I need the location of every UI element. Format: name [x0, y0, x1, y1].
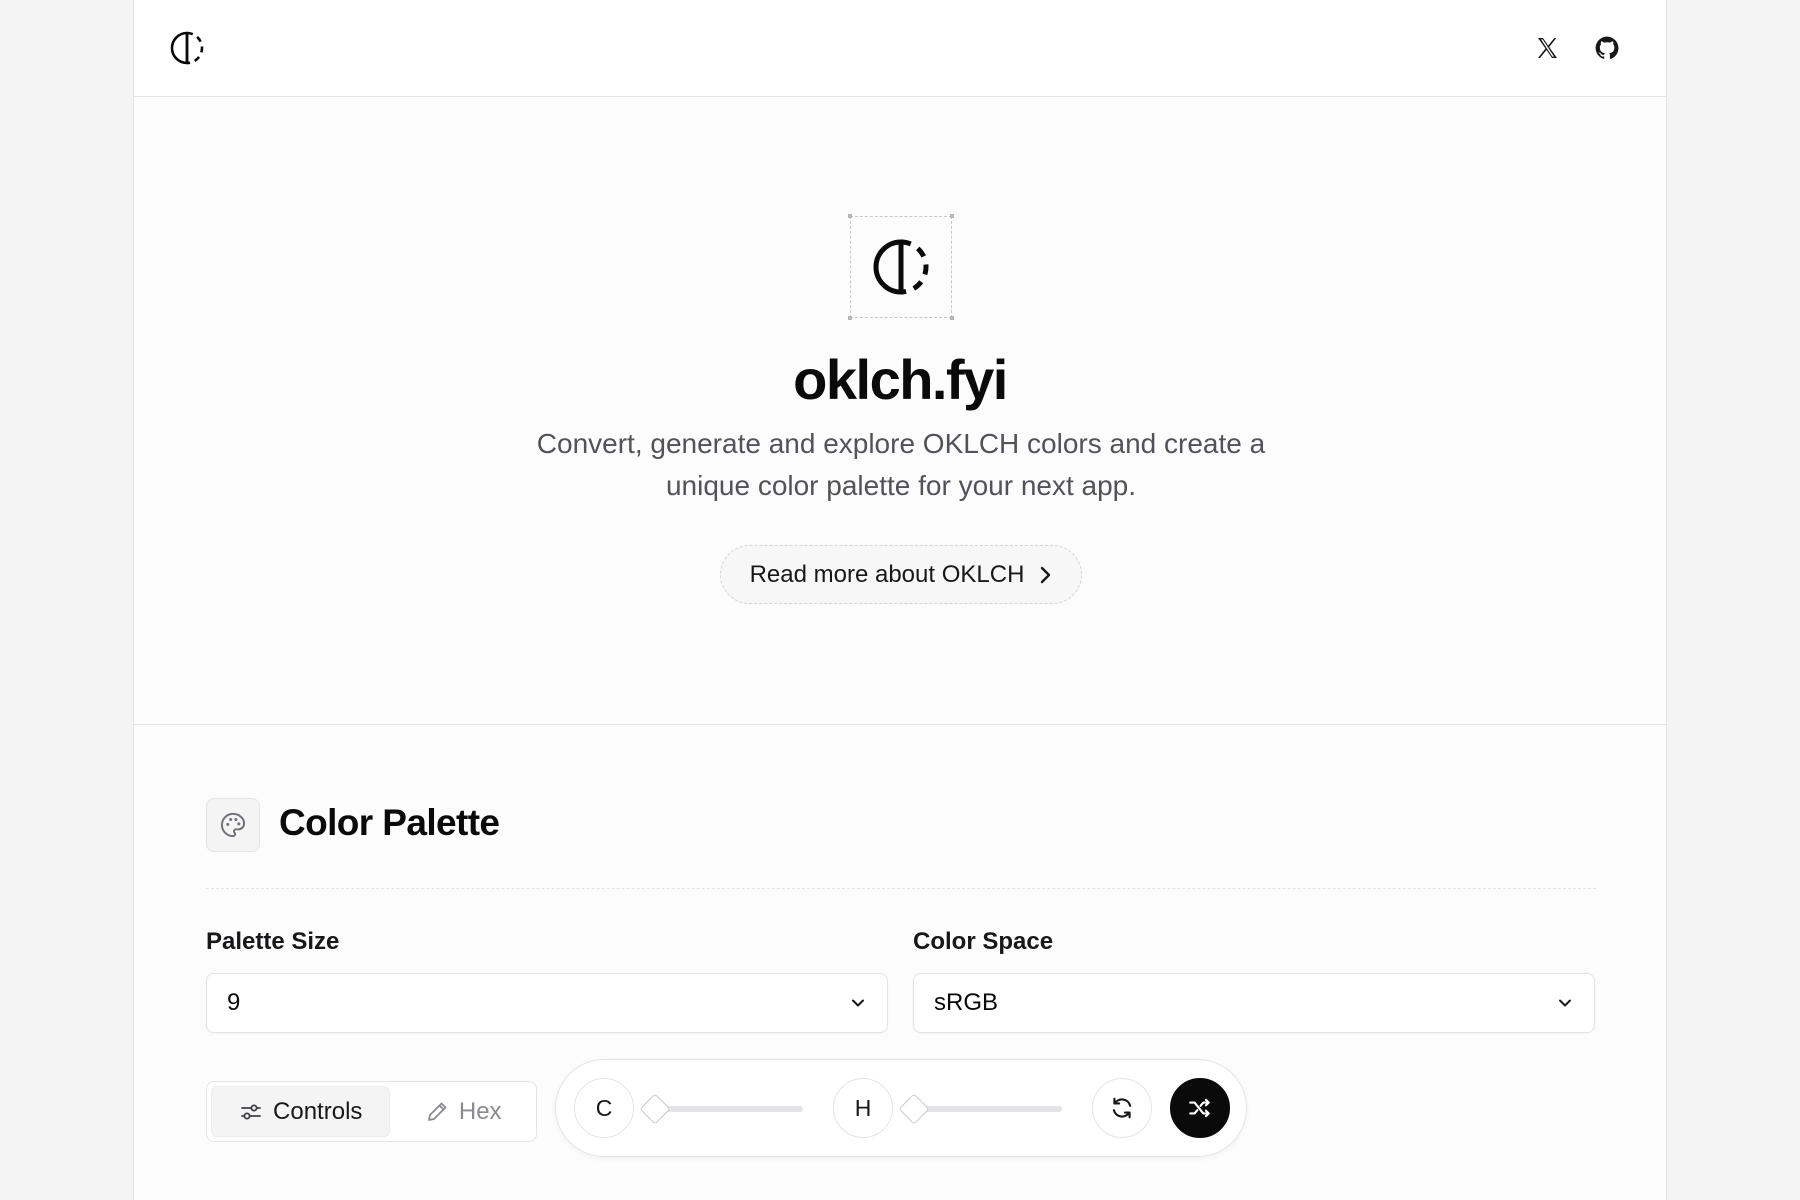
color-space-label: Color Space: [913, 928, 1054, 955]
tab-controls-label: Controls: [273, 1097, 363, 1125]
palette-icon: [206, 798, 260, 852]
half-circle-logo-icon[interactable]: [169, 30, 205, 66]
shuffle-icon: [1189, 1098, 1210, 1118]
half-circle-logo-icon: [873, 239, 929, 295]
chevron-down-icon: [852, 999, 864, 1007]
controls-bar: C H: [555, 1059, 1247, 1157]
chroma-label: C: [595, 1094, 613, 1121]
color-space-select[interactable]: sRGB: [913, 973, 1595, 1033]
chroma-slider-track[interactable]: [651, 1106, 803, 1112]
palette-size-label: Palette Size: [206, 928, 340, 955]
read-more-label: Read more about OKLCH: [749, 560, 1025, 588]
hue-button[interactable]: H: [833, 1078, 893, 1138]
x-twitter-icon[interactable]: [1532, 33, 1562, 63]
refresh-icon: [1112, 1097, 1132, 1119]
top-navigation-bar: [134, 0, 1666, 97]
palette-size-select[interactable]: 9: [206, 973, 888, 1033]
color-palette-section: Color Palette Palette Size 9 Color Space…: [134, 726, 1666, 1200]
hero-subtitle: Convert, generate and explore OKLCH colo…: [536, 428, 1266, 501]
tab-hex-label: Hex: [458, 1097, 502, 1125]
read-more-button[interactable]: Read more about OKLCH: [720, 545, 1082, 604]
shuffle-button[interactable]: [1170, 1078, 1230, 1138]
sliders-icon: [241, 1104, 261, 1119]
section-divider: [206, 888, 1596, 889]
hue-slider-track[interactable]: [910, 1106, 1062, 1112]
tab-hex[interactable]: Hex: [394, 1086, 532, 1137]
hero-section: oklch.fyi Convert, generate and explore …: [134, 97, 1666, 725]
hue-slider-thumb[interactable]: [898, 1093, 930, 1125]
hero-logo: [848, 214, 954, 320]
chroma-slider-thumb[interactable]: [639, 1093, 671, 1125]
chroma-button[interactable]: C: [574, 1078, 634, 1138]
page-frame: oklch.fyi Convert, generate and explore …: [133, 0, 1667, 1200]
chevron-down-icon: [1559, 999, 1571, 1007]
palette-size-value: 9: [227, 989, 241, 1016]
eyedropper-icon: [427, 1102, 447, 1121]
section-title: Color Palette: [279, 802, 500, 843]
mode-tabs: Controls Hex: [206, 1081, 537, 1142]
chevron-right-icon: [1041, 566, 1051, 583]
color-space-value: sRGB: [934, 989, 999, 1016]
tab-controls[interactable]: Controls: [211, 1086, 391, 1137]
page-title: oklch.fyi: [793, 348, 1008, 411]
refresh-button[interactable]: [1092, 1078, 1152, 1138]
hue-label: H: [854, 1094, 872, 1121]
github-icon[interactable]: [1592, 33, 1622, 63]
